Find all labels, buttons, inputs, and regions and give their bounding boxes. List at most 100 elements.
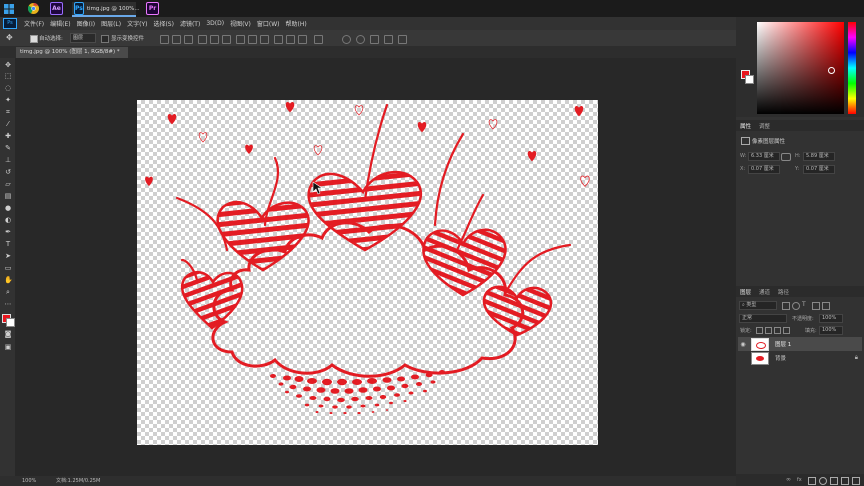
hand-tool-icon[interactable]: ✋ — [4, 276, 13, 284]
dodge-tool-icon[interactable]: ◐ — [4, 216, 12, 224]
pen-tool-icon[interactable]: ✒ — [4, 228, 12, 236]
background-color-swatch[interactable] — [6, 318, 15, 327]
move-tool-icon[interactable]: ✥ — [6, 34, 16, 42]
move-tool-icon[interactable]: ✥ — [4, 61, 12, 69]
menu-select[interactable]: 选择(S) — [150, 19, 177, 28]
y-field[interactable]: 0.07 厘米 — [803, 165, 835, 174]
distribute-left-icon[interactable] — [274, 35, 283, 44]
width-field[interactable]: 6.33 厘米 — [748, 152, 780, 161]
magic-wand-tool-icon[interactable]: ✦ — [4, 96, 12, 104]
marquee-tool-icon[interactable]: ⬚ — [4, 72, 12, 80]
3d-scale-icon[interactable] — [398, 35, 407, 44]
new-group-icon[interactable] — [830, 477, 838, 485]
menu-file[interactable]: 文件(F) — [21, 19, 47, 28]
lock-transparency-icon[interactable] — [756, 327, 763, 334]
auto-align-icon[interactable] — [314, 35, 323, 44]
layer-row[interactable]: 背景 🔒︎ — [738, 351, 862, 365]
windows-start-button[interactable] — [4, 2, 14, 15]
healing-brush-tool-icon[interactable]: ✚ — [4, 132, 12, 140]
tab-layers[interactable]: 图层 — [736, 288, 755, 296]
lock-position-icon[interactable] — [774, 327, 781, 334]
align-left-icon[interactable] — [198, 35, 207, 44]
new-layer-icon[interactable] — [841, 477, 849, 485]
document-tab[interactable]: timg.jpg @ 100% (图层 1, RGB/8#) * — [16, 47, 128, 58]
menu-layer[interactable]: 图层(L) — [98, 19, 124, 28]
3d-slide-icon[interactable] — [384, 35, 393, 44]
show-transform-checkbox[interactable] — [101, 35, 109, 43]
menu-image[interactable]: 图像(I) — [74, 19, 98, 28]
layer-filter-dropdown[interactable]: ⌕ 类型 — [739, 301, 777, 310]
path-selection-tool-icon[interactable]: ➤ — [4, 252, 12, 260]
align-right-icon[interactable] — [222, 35, 231, 44]
taskbar-after-effects[interactable]: Ae — [50, 2, 63, 15]
distribute-top-icon[interactable] — [236, 35, 245, 44]
lock-pixels-icon[interactable] — [765, 327, 772, 334]
tab-paths[interactable]: 路径 — [774, 288, 793, 296]
tab-properties[interactable]: 属性 — [736, 122, 755, 130]
auto-select-target-dropdown[interactable]: 图层 — [70, 33, 96, 43]
gradient-tool-icon[interactable]: ▤ — [4, 192, 12, 200]
align-vcenter-icon[interactable] — [172, 35, 181, 44]
x-field[interactable]: 0.07 厘米 — [748, 165, 780, 174]
align-hcenter-icon[interactable] — [210, 35, 219, 44]
blend-mode-dropdown[interactable]: 正常 — [739, 314, 787, 323]
crop-tool-icon[interactable]: ⌗ — [4, 108, 12, 116]
fill-field[interactable]: 100% — [819, 326, 843, 335]
filter-shape-icon[interactable] — [812, 302, 820, 310]
menu-edit[interactable]: 编辑(E) — [47, 19, 73, 28]
more-tools-icon[interactable]: ⋯ — [4, 300, 12, 308]
tab-adjustments[interactable]: 调整 — [755, 122, 774, 130]
blur-tool-icon[interactable]: ● — [4, 204, 12, 212]
menu-3d[interactable]: 3D(D) — [203, 20, 227, 27]
clone-stamp-tool-icon[interactable]: ⊥ — [4, 156, 12, 164]
color-panel-background-swatch[interactable] — [745, 75, 754, 84]
menu-view[interactable]: 视图(V) — [227, 19, 254, 28]
align-bottom-icon[interactable] — [184, 35, 193, 44]
filter-pixel-icon[interactable] — [782, 302, 790, 310]
lasso-tool-icon[interactable]: ◌ — [4, 84, 12, 92]
opacity-field[interactable]: 100% — [819, 314, 843, 323]
brush-tool-icon[interactable]: ✎ — [4, 144, 12, 152]
taskbar-photoshop[interactable]: Ps timg.jpg @ 100%... — [72, 2, 140, 17]
height-field[interactable]: 5.89 厘米 — [803, 152, 835, 161]
adjustment-layer-icon[interactable] — [819, 477, 827, 485]
eraser-tool-icon[interactable]: ▱ — [4, 180, 12, 188]
distribute-right-icon[interactable] — [298, 35, 307, 44]
filter-smart-object-icon[interactable] — [822, 302, 830, 310]
add-mask-icon[interactable] — [808, 477, 816, 485]
filter-type-icon[interactable]: T — [802, 302, 808, 308]
distribute-vcenter-icon[interactable] — [248, 35, 257, 44]
link-icon[interactable] — [781, 153, 791, 161]
3d-roll-icon[interactable] — [356, 35, 365, 44]
shape-tool-icon[interactable]: ▭ — [4, 264, 12, 272]
history-brush-tool-icon[interactable]: ↺ — [4, 168, 12, 176]
menu-type[interactable]: 文字(Y) — [124, 19, 150, 28]
trash-icon[interactable] — [852, 477, 860, 485]
distribute-bottom-icon[interactable] — [260, 35, 269, 44]
zoom-level[interactable]: 100% — [22, 476, 36, 486]
quick-mask-icon[interactable]: ◙ — [4, 330, 12, 338]
document-canvas[interactable] — [137, 100, 598, 445]
link-layers-icon[interactable]: ∞ — [786, 477, 792, 483]
distribute-hcenter-icon[interactable] — [286, 35, 295, 44]
lock-all-icon[interactable] — [783, 327, 790, 334]
tab-channels[interactable]: 通道 — [755, 288, 774, 296]
filter-adjustment-icon[interactable] — [792, 302, 800, 310]
menu-window[interactable]: 窗口(W) — [254, 19, 283, 28]
3d-rotate-icon[interactable] — [342, 35, 351, 44]
type-tool-icon[interactable]: T — [4, 240, 12, 248]
eyedropper-tool-icon[interactable]: ⁄ — [4, 120, 12, 128]
menu-help[interactable]: 帮助(H) — [283, 19, 310, 28]
color-field-picker[interactable] — [828, 67, 835, 74]
eye-icon[interactable]: ◉ — [738, 341, 748, 348]
screen-mode-icon[interactable]: ▣ — [4, 343, 12, 351]
taskbar-chrome[interactable] — [28, 2, 39, 15]
3d-pan-icon[interactable] — [370, 35, 379, 44]
layer-row[interactable]: ◉ 图层 1 — [738, 337, 862, 351]
align-top-icon[interactable] — [160, 35, 169, 44]
zoom-tool-icon[interactable]: ⌕ — [4, 288, 12, 296]
menu-filter[interactable]: 滤镜(T) — [177, 19, 203, 28]
taskbar-premiere[interactable]: Pr — [146, 2, 159, 15]
layer-style-icon[interactable]: fx — [797, 477, 803, 483]
hue-slider[interactable] — [848, 22, 856, 114]
